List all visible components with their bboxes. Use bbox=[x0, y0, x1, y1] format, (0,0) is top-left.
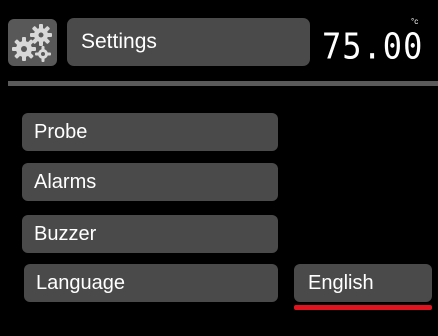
menu-item-buzzer[interactable]: Buzzer bbox=[22, 215, 278, 253]
page-title: Settings bbox=[67, 18, 310, 66]
temperature-readout: 75.00 bbox=[322, 25, 424, 68]
language-value[interactable]: English bbox=[294, 264, 432, 302]
menu-item-alarms[interactable]: Alarms bbox=[22, 163, 278, 201]
menu-item-probe[interactable]: Probe bbox=[22, 113, 278, 151]
header-divider bbox=[8, 81, 438, 86]
menu-item-language[interactable]: Language bbox=[24, 264, 278, 302]
temperature-unit: °c bbox=[411, 17, 419, 26]
selection-underline bbox=[294, 305, 432, 310]
gear-icon[interactable] bbox=[8, 19, 57, 66]
